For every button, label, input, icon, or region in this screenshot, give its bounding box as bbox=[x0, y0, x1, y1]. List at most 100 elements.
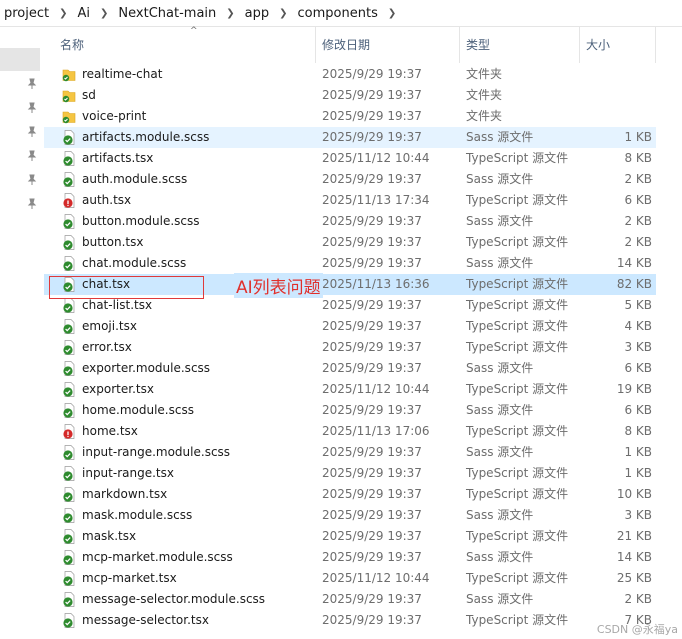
file-type: Sass 源文件 bbox=[466, 130, 534, 144]
file-ok-icon bbox=[63, 130, 75, 145]
file-name: realtime-chat bbox=[82, 67, 163, 81]
file-row[interactable]: exporter.tsx 2025/11/12 10:44 TypeScript 源… bbox=[44, 379, 656, 400]
file-type: 文件夹 bbox=[466, 109, 503, 123]
file-row[interactable]: error.tsx 2025/9/29 19:37 TypeScript 源文件 3 … bbox=[44, 337, 656, 358]
file-size: 19 KB bbox=[616, 382, 652, 396]
file-name: artifacts.tsx bbox=[82, 151, 154, 165]
column-date-header[interactable]: 修改日期 bbox=[316, 27, 460, 63]
file-row[interactable]: exporter.module.scss 2025/9/29 19:37 Sass … bbox=[44, 358, 656, 379]
file-row[interactable]: realtime-chat 2025/9/29 19:37 文件夹 bbox=[44, 64, 656, 85]
column-type-header[interactable]: 类型 bbox=[460, 27, 580, 63]
file-size: 2 KB bbox=[624, 172, 652, 186]
breadcrumb-item[interactable]: Ai bbox=[74, 6, 95, 21]
chevron-right-icon[interactable]: ❯ bbox=[94, 8, 114, 19]
file-type: Sass 源文件 bbox=[466, 445, 534, 459]
file-type: TypeScript 源文件 bbox=[466, 613, 569, 627]
file-name: voice-print bbox=[82, 109, 147, 123]
file-ok-icon bbox=[63, 571, 75, 586]
file-list: realtime-chat 2025/9/29 19:37 文件夹 sd 2025/9/… bbox=[44, 64, 656, 631]
file-size: 2 KB bbox=[624, 235, 652, 249]
file-ok-icon bbox=[63, 592, 75, 607]
pin-icon[interactable] bbox=[26, 174, 38, 186]
file-row[interactable]: artifacts.module.scss 2025/9/29 19:37 Sass… bbox=[44, 127, 656, 148]
file-row[interactable]: markdown.tsx 2025/9/29 19:37 TypeScript 源文… bbox=[44, 484, 656, 505]
navigation-pane[interactable] bbox=[0, 27, 44, 639]
file-row[interactable]: mcp-market.module.scss 2025/9/29 19:37 Sas… bbox=[44, 547, 656, 568]
file-row[interactable]: auth.module.scss 2025/9/29 19:37 Sass 源文件 2… bbox=[44, 169, 656, 190]
file-ok-icon bbox=[63, 466, 75, 481]
file-type: TypeScript 源文件 bbox=[466, 571, 569, 585]
file-row[interactable]: home.module.scss 2025/9/29 19:37 Sass 源文件 6… bbox=[44, 400, 656, 421]
file-size: 2 KB bbox=[624, 592, 652, 606]
file-type: Sass 源文件 bbox=[466, 550, 534, 564]
file-date: 2025/9/29 19:37 bbox=[322, 529, 422, 543]
file-name: chat.module.scss bbox=[82, 256, 187, 270]
file-ok-icon bbox=[63, 298, 75, 313]
file-date: 2025/9/29 19:37 bbox=[322, 214, 422, 228]
file-row[interactable]: auth.tsx 2025/11/13 17:34 TypeScript 源文件 6 … bbox=[44, 190, 656, 211]
breadcrumb-item[interactable]: project bbox=[0, 6, 53, 21]
breadcrumb-item[interactable]: app bbox=[241, 6, 273, 21]
file-type: Sass 源文件 bbox=[466, 592, 534, 606]
file-type: 文件夹 bbox=[466, 67, 503, 81]
file-type: TypeScript 源文件 bbox=[466, 340, 569, 354]
file-row[interactable]: home.tsx 2025/11/13 17:06 TypeScript 源文件 8 … bbox=[44, 421, 656, 442]
chevron-right-icon[interactable]: ❯ bbox=[53, 8, 73, 19]
pin-icon[interactable] bbox=[26, 198, 38, 210]
file-row[interactable]: input-range.module.scss 2025/9/29 19:37 Sa… bbox=[44, 442, 656, 463]
file-ok-icon bbox=[63, 550, 75, 565]
file-row[interactable]: message-selector.tsx 2025/9/29 19:37 TypeS… bbox=[44, 610, 656, 631]
chevron-right-icon[interactable]: ❯ bbox=[220, 8, 240, 19]
pin-icon[interactable] bbox=[26, 78, 38, 90]
file-row[interactable]: button.tsx 2025/9/29 19:37 TypeScript 源文件 2… bbox=[44, 232, 656, 253]
vertical-scroll-area[interactable] bbox=[657, 27, 682, 639]
column-size-header[interactable]: 大小 bbox=[580, 27, 656, 63]
file-row[interactable]: button.module.scss 2025/9/29 19:37 Sass 源文… bbox=[44, 211, 656, 232]
file-type: Sass 源文件 bbox=[466, 361, 534, 375]
pin-icon[interactable] bbox=[26, 126, 38, 138]
file-type: TypeScript 源文件 bbox=[466, 235, 569, 249]
file-row[interactable]: artifacts.tsx 2025/11/12 10:44 TypeScript … bbox=[44, 148, 656, 169]
file-date: 2025/9/29 19:37 bbox=[322, 403, 422, 417]
file-size: 82 KB bbox=[616, 277, 652, 291]
file-ok-icon bbox=[63, 487, 75, 502]
file-ok-icon bbox=[63, 172, 75, 187]
folder-icon bbox=[62, 69, 76, 82]
column-type-label: 类型 bbox=[466, 38, 491, 52]
column-name-header[interactable]: 名称 ^ bbox=[54, 26, 316, 63]
file-date: 2025/9/29 19:37 bbox=[322, 487, 422, 501]
file-date: 2025/11/13 16:36 bbox=[322, 277, 430, 291]
file-row[interactable]: sd 2025/9/29 19:37 文件夹 bbox=[44, 85, 656, 106]
file-name: markdown.tsx bbox=[82, 487, 168, 501]
file-row[interactable]: voice-print 2025/9/29 19:37 文件夹 bbox=[44, 106, 656, 127]
file-row[interactable]: emoji.tsx 2025/9/29 19:37 TypeScript 源文件 4 … bbox=[44, 316, 656, 337]
file-size: 3 KB bbox=[624, 508, 652, 522]
file-date: 2025/9/29 19:37 bbox=[322, 109, 422, 123]
nav-selected-item[interactable] bbox=[0, 48, 40, 71]
file-name: exporter.tsx bbox=[82, 382, 154, 396]
file-size: 8 KB bbox=[624, 151, 652, 165]
file-row[interactable]: message-selector.module.scss 2025/9/29 19… bbox=[44, 589, 656, 610]
annotation-highlight-box bbox=[49, 276, 204, 299]
pin-icon[interactable] bbox=[26, 102, 38, 114]
file-size: 1 KB bbox=[624, 445, 652, 459]
file-type: TypeScript 源文件 bbox=[466, 298, 569, 312]
breadcrumb-item[interactable]: components bbox=[294, 6, 382, 21]
folder-icon bbox=[62, 90, 76, 103]
file-row[interactable]: chat.module.scss 2025/9/29 19:37 Sass 源文件 1… bbox=[44, 253, 656, 274]
chevron-right-icon[interactable]: ❯ bbox=[273, 8, 293, 19]
file-row[interactable]: mask.tsx 2025/9/29 19:37 TypeScript 源文件 21 … bbox=[44, 526, 656, 547]
file-row[interactable]: mask.module.scss 2025/9/29 19:37 Sass 源文件 3… bbox=[44, 505, 656, 526]
breadcrumb[interactable]: project ❯ Ai ❯ NextChat-main ❯ app ❯ components ❯ bbox=[0, 0, 682, 27]
file-size: 25 KB bbox=[616, 571, 652, 585]
chevron-right-icon[interactable]: ❯ bbox=[382, 8, 402, 19]
file-date: 2025/9/29 19:37 bbox=[322, 550, 422, 564]
file-type: TypeScript 源文件 bbox=[466, 277, 569, 291]
file-name: sd bbox=[82, 88, 96, 102]
pin-icon[interactable] bbox=[26, 150, 38, 162]
file-date: 2025/11/12 10:44 bbox=[322, 571, 430, 585]
file-row[interactable]: mcp-market.tsx 2025/11/12 10:44 TypeScript… bbox=[44, 568, 656, 589]
file-row[interactable]: input-range.tsx 2025/9/29 19:37 TypeScript… bbox=[44, 463, 656, 484]
file-size: 14 KB bbox=[616, 550, 652, 564]
breadcrumb-item[interactable]: NextChat-main bbox=[114, 6, 220, 21]
